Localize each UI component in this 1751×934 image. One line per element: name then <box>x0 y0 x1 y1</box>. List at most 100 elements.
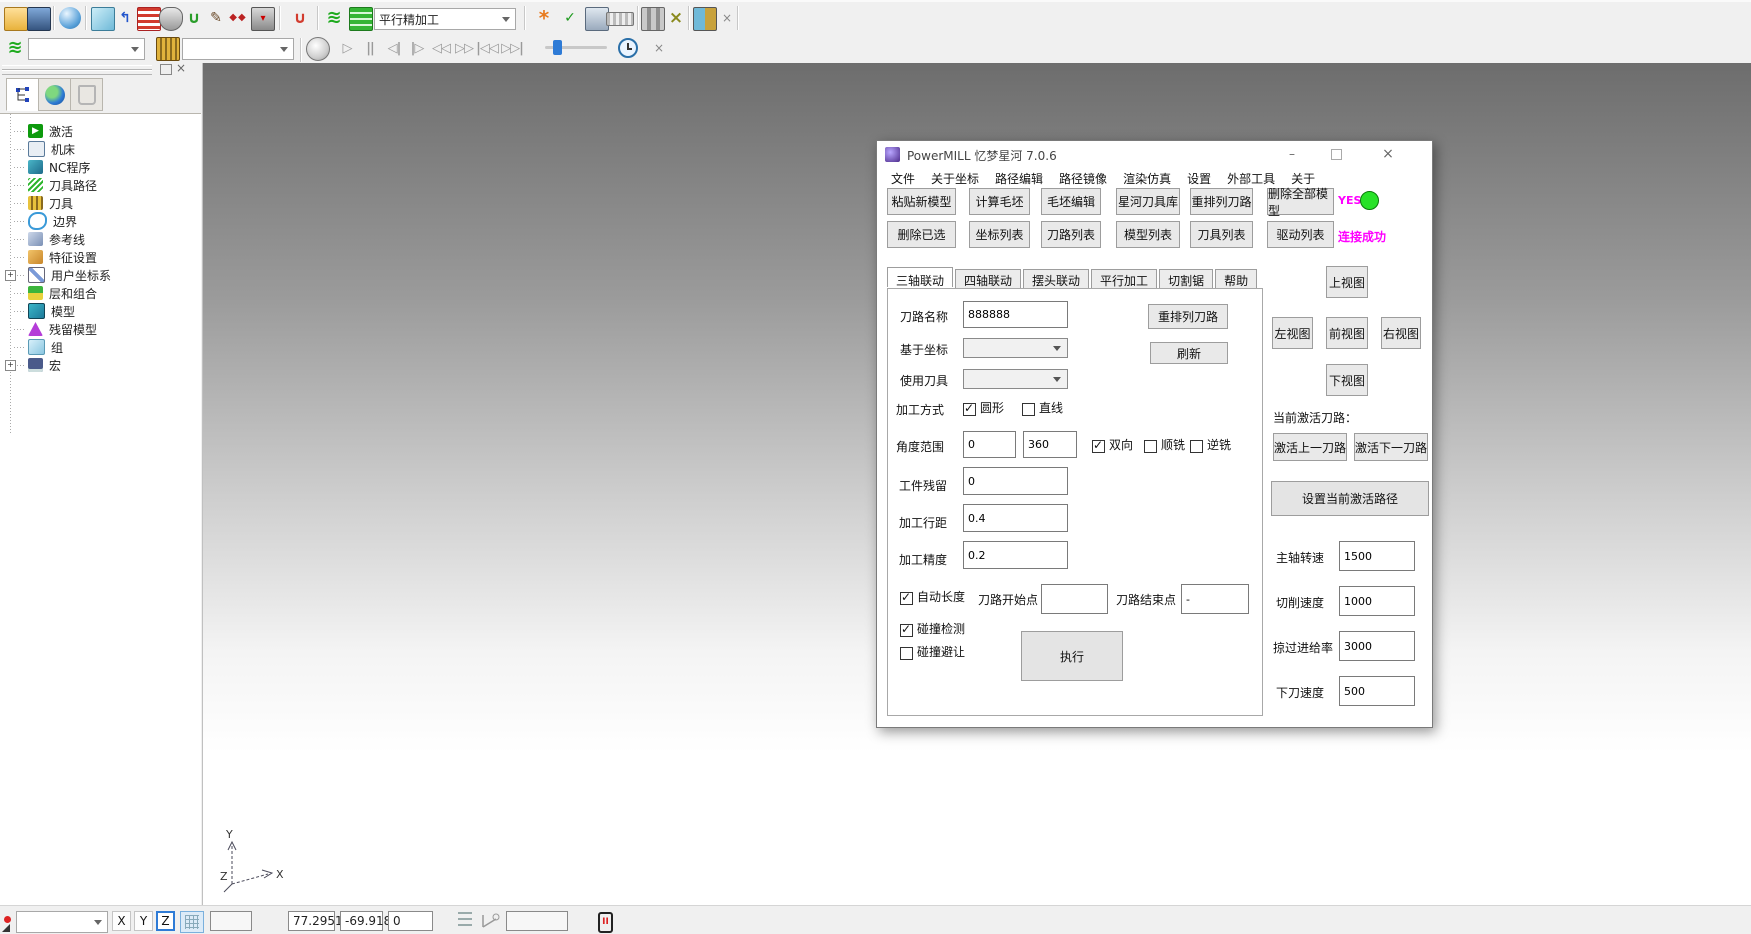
compass-icon[interactable] <box>480 911 500 931</box>
maximize-button[interactable] <box>1317 141 1355 167</box>
tree-item-toolpaths[interactable]: 刀具路径 <box>14 176 97 194</box>
tree-item-patterns[interactable]: 参考线 <box>14 230 85 248</box>
view-left-button[interactable]: 左视图 <box>1272 317 1313 349</box>
blocks-pair-icon[interactable] <box>693 7 717 31</box>
minimize-button[interactable]: – <box>1273 141 1311 167</box>
skip-start-icon[interactable]: |◁◁ <box>476 37 498 59</box>
refresh-button[interactable]: 刷新 <box>1150 342 1228 364</box>
tree-item-boundaries[interactable]: 边界 <box>14 212 77 230</box>
toolbar2-close-button[interactable]: × <box>648 37 670 59</box>
tab-explorer-tree[interactable] <box>6 78 39 111</box>
points-pattern-icon[interactable]: ◆◆ <box>227 7 249 29</box>
lock-z-button[interactable]: Z <box>156 911 175 931</box>
device-pause-icon[interactable]: II <box>598 912 613 933</box>
ball-tool-icon[interactable] <box>159 7 183 31</box>
skip-end-icon[interactable]: ▷▷| <box>501 37 523 59</box>
xyz-list-icon[interactable] <box>458 912 472 928</box>
verify-tool-icon[interactable]: ✓ <box>559 7 581 29</box>
tree-item-models[interactable]: 模型 <box>14 302 75 320</box>
view-front-button[interactable]: 前视图 <box>1326 317 1368 349</box>
tab-saw[interactable]: 切割锯 <box>1159 269 1213 289</box>
cross-arrows-icon[interactable]: × <box>665 7 687 29</box>
auto-length-checkbox[interactable]: 自动长度 <box>900 588 965 605</box>
worksheet-icon[interactable] <box>349 7 373 31</box>
tab-head[interactable]: 摆头联动 <box>1023 269 1089 289</box>
toolpath-name-input[interactable] <box>963 301 1068 328</box>
stepover-input[interactable] <box>963 504 1068 532</box>
block-icon[interactable] <box>91 7 115 31</box>
tab-explorer-trash[interactable] <box>70 78 103 111</box>
rearrange-toolpaths-button[interactable]: 重排列刀路 <box>1190 188 1253 215</box>
tree-item-machine[interactable]: 机床 <box>14 140 75 158</box>
drive-list-button[interactable]: 驱动列表 <box>1267 221 1334 248</box>
toolpath-spring-icon-2[interactable]: ≋ <box>4 37 26 59</box>
sim-tool-combo[interactable] <box>182 38 294 60</box>
clock-icon[interactable] <box>618 38 638 58</box>
mode-line-checkbox[interactable]: 直线 <box>1022 399 1063 416</box>
collision-check-checkbox[interactable]: 碰撞检测 <box>900 620 965 637</box>
menu-path-edit[interactable]: 路径编辑 <box>987 167 1051 189</box>
tree-item-workplanes[interactable]: 用户坐标系 <box>14 266 111 284</box>
toolpath-spring-icon[interactable]: ≋ <box>323 7 345 29</box>
save-icon[interactable] <box>27 7 51 31</box>
close-button[interactable]: × <box>1369 141 1407 167</box>
menu-path-mirror[interactable]: 路径镜像 <box>1051 167 1115 189</box>
activate-prev-button[interactable]: 激活上一刀路 <box>1273 433 1347 461</box>
play-icon[interactable]: ▷ <box>336 37 358 59</box>
tool-list-button[interactable]: 刀具列表 <box>1190 221 1253 248</box>
arc-tool-icon[interactable]: ∪ <box>289 7 311 29</box>
spark-tool-icon[interactable]: * <box>533 7 555 29</box>
stock-edit-button[interactable]: 毛坯编辑 <box>1041 188 1101 215</box>
delete-selected-button[interactable]: 删除已选 <box>887 221 956 248</box>
tab-4axis[interactable]: 四轴联动 <box>955 269 1021 289</box>
fast-forward-icon[interactable]: ▷▷ <box>453 37 475 59</box>
tree-item-nc-program[interactable]: NC程序 <box>14 158 90 176</box>
use-tool-combo[interactable] <box>963 369 1068 389</box>
tab-3axis[interactable]: 三轴联动 <box>887 267 953 287</box>
coord-list-button[interactable]: 坐标列表 <box>969 221 1030 248</box>
menu-settings[interactable]: 设置 <box>1179 167 1219 189</box>
rewind-icon[interactable]: ◁◁ <box>430 37 452 59</box>
start-point-input[interactable] <box>1041 584 1108 614</box>
menu-coords[interactable]: 关于坐标 <box>923 167 987 189</box>
lock-x-button[interactable]: X <box>112 911 131 931</box>
mode-circle-checkbox[interactable]: 圆形 <box>963 399 1004 416</box>
tree-item-tools[interactable]: 刀具 <box>14 194 73 212</box>
set-current-path-button[interactable]: 设置当前激活路径 <box>1271 481 1429 516</box>
activate-next-button[interactable]: 激活下一刀路 <box>1354 433 1428 461</box>
bulb-icon[interactable] <box>306 37 330 61</box>
toolpath-list-button[interactable]: 刀路列表 <box>1041 221 1101 248</box>
step-forward-icon[interactable]: |▷ <box>406 37 428 59</box>
paste-new-model-button[interactable]: 粘贴新模型 <box>887 188 956 215</box>
u-channel-icon[interactable]: ∪ <box>183 7 205 29</box>
lock-y-button[interactable]: Y <box>134 911 153 931</box>
machining-strategy-combo[interactable]: 平行精加工 <box>374 8 516 30</box>
climb-mill-checkbox[interactable]: 顺铣 <box>1144 436 1185 453</box>
menu-file[interactable]: 文件 <box>883 167 923 189</box>
shaded-sphere-icon[interactable] <box>59 7 81 29</box>
spindle-speed-input[interactable] <box>1339 541 1415 571</box>
calc-stock-button[interactable]: 计算毛坯 <box>969 188 1030 215</box>
view-right-button[interactable]: 右视图 <box>1381 317 1421 349</box>
rearrange-button[interactable]: 重排列刀路 <box>1148 304 1228 329</box>
tree-item-groups[interactable]: 组 <box>14 338 63 356</box>
expand-macros-icon[interactable]: + <box>5 360 16 371</box>
tree-item-levels[interactable]: 层和组合 <box>14 284 97 302</box>
open-file-icon[interactable] <box>4 7 28 31</box>
plunge-speed-input[interactable] <box>1339 676 1415 706</box>
cutting-speed-input[interactable] <box>1339 586 1415 616</box>
tree-item-stock-models[interactable]: 残留模型 <box>14 320 97 338</box>
view-top-button[interactable]: 上视图 <box>1326 266 1368 298</box>
bidirectional-checkbox[interactable]: 双向 <box>1092 436 1133 453</box>
coord-y-field[interactable]: -69.918 <box>340 911 383 931</box>
skim-feed-input[interactable] <box>1339 631 1415 661</box>
pencil-tool-icon[interactable]: ✎ <box>205 7 227 29</box>
conventional-mill-checkbox[interactable]: 逆铣 <box>1190 436 1231 453</box>
model-list-button[interactable]: 模型列表 <box>1116 221 1180 248</box>
grid-snap-button[interactable] <box>180 911 204 933</box>
tree-item-macros[interactable]: 宏 <box>14 356 61 374</box>
coord-x-field[interactable]: 77.2951 <box>288 911 335 931</box>
pause-icon[interactable]: || <box>359 37 381 59</box>
ruler-icon[interactable] <box>606 12 634 26</box>
tab-help[interactable]: 帮助 <box>1215 269 1257 289</box>
